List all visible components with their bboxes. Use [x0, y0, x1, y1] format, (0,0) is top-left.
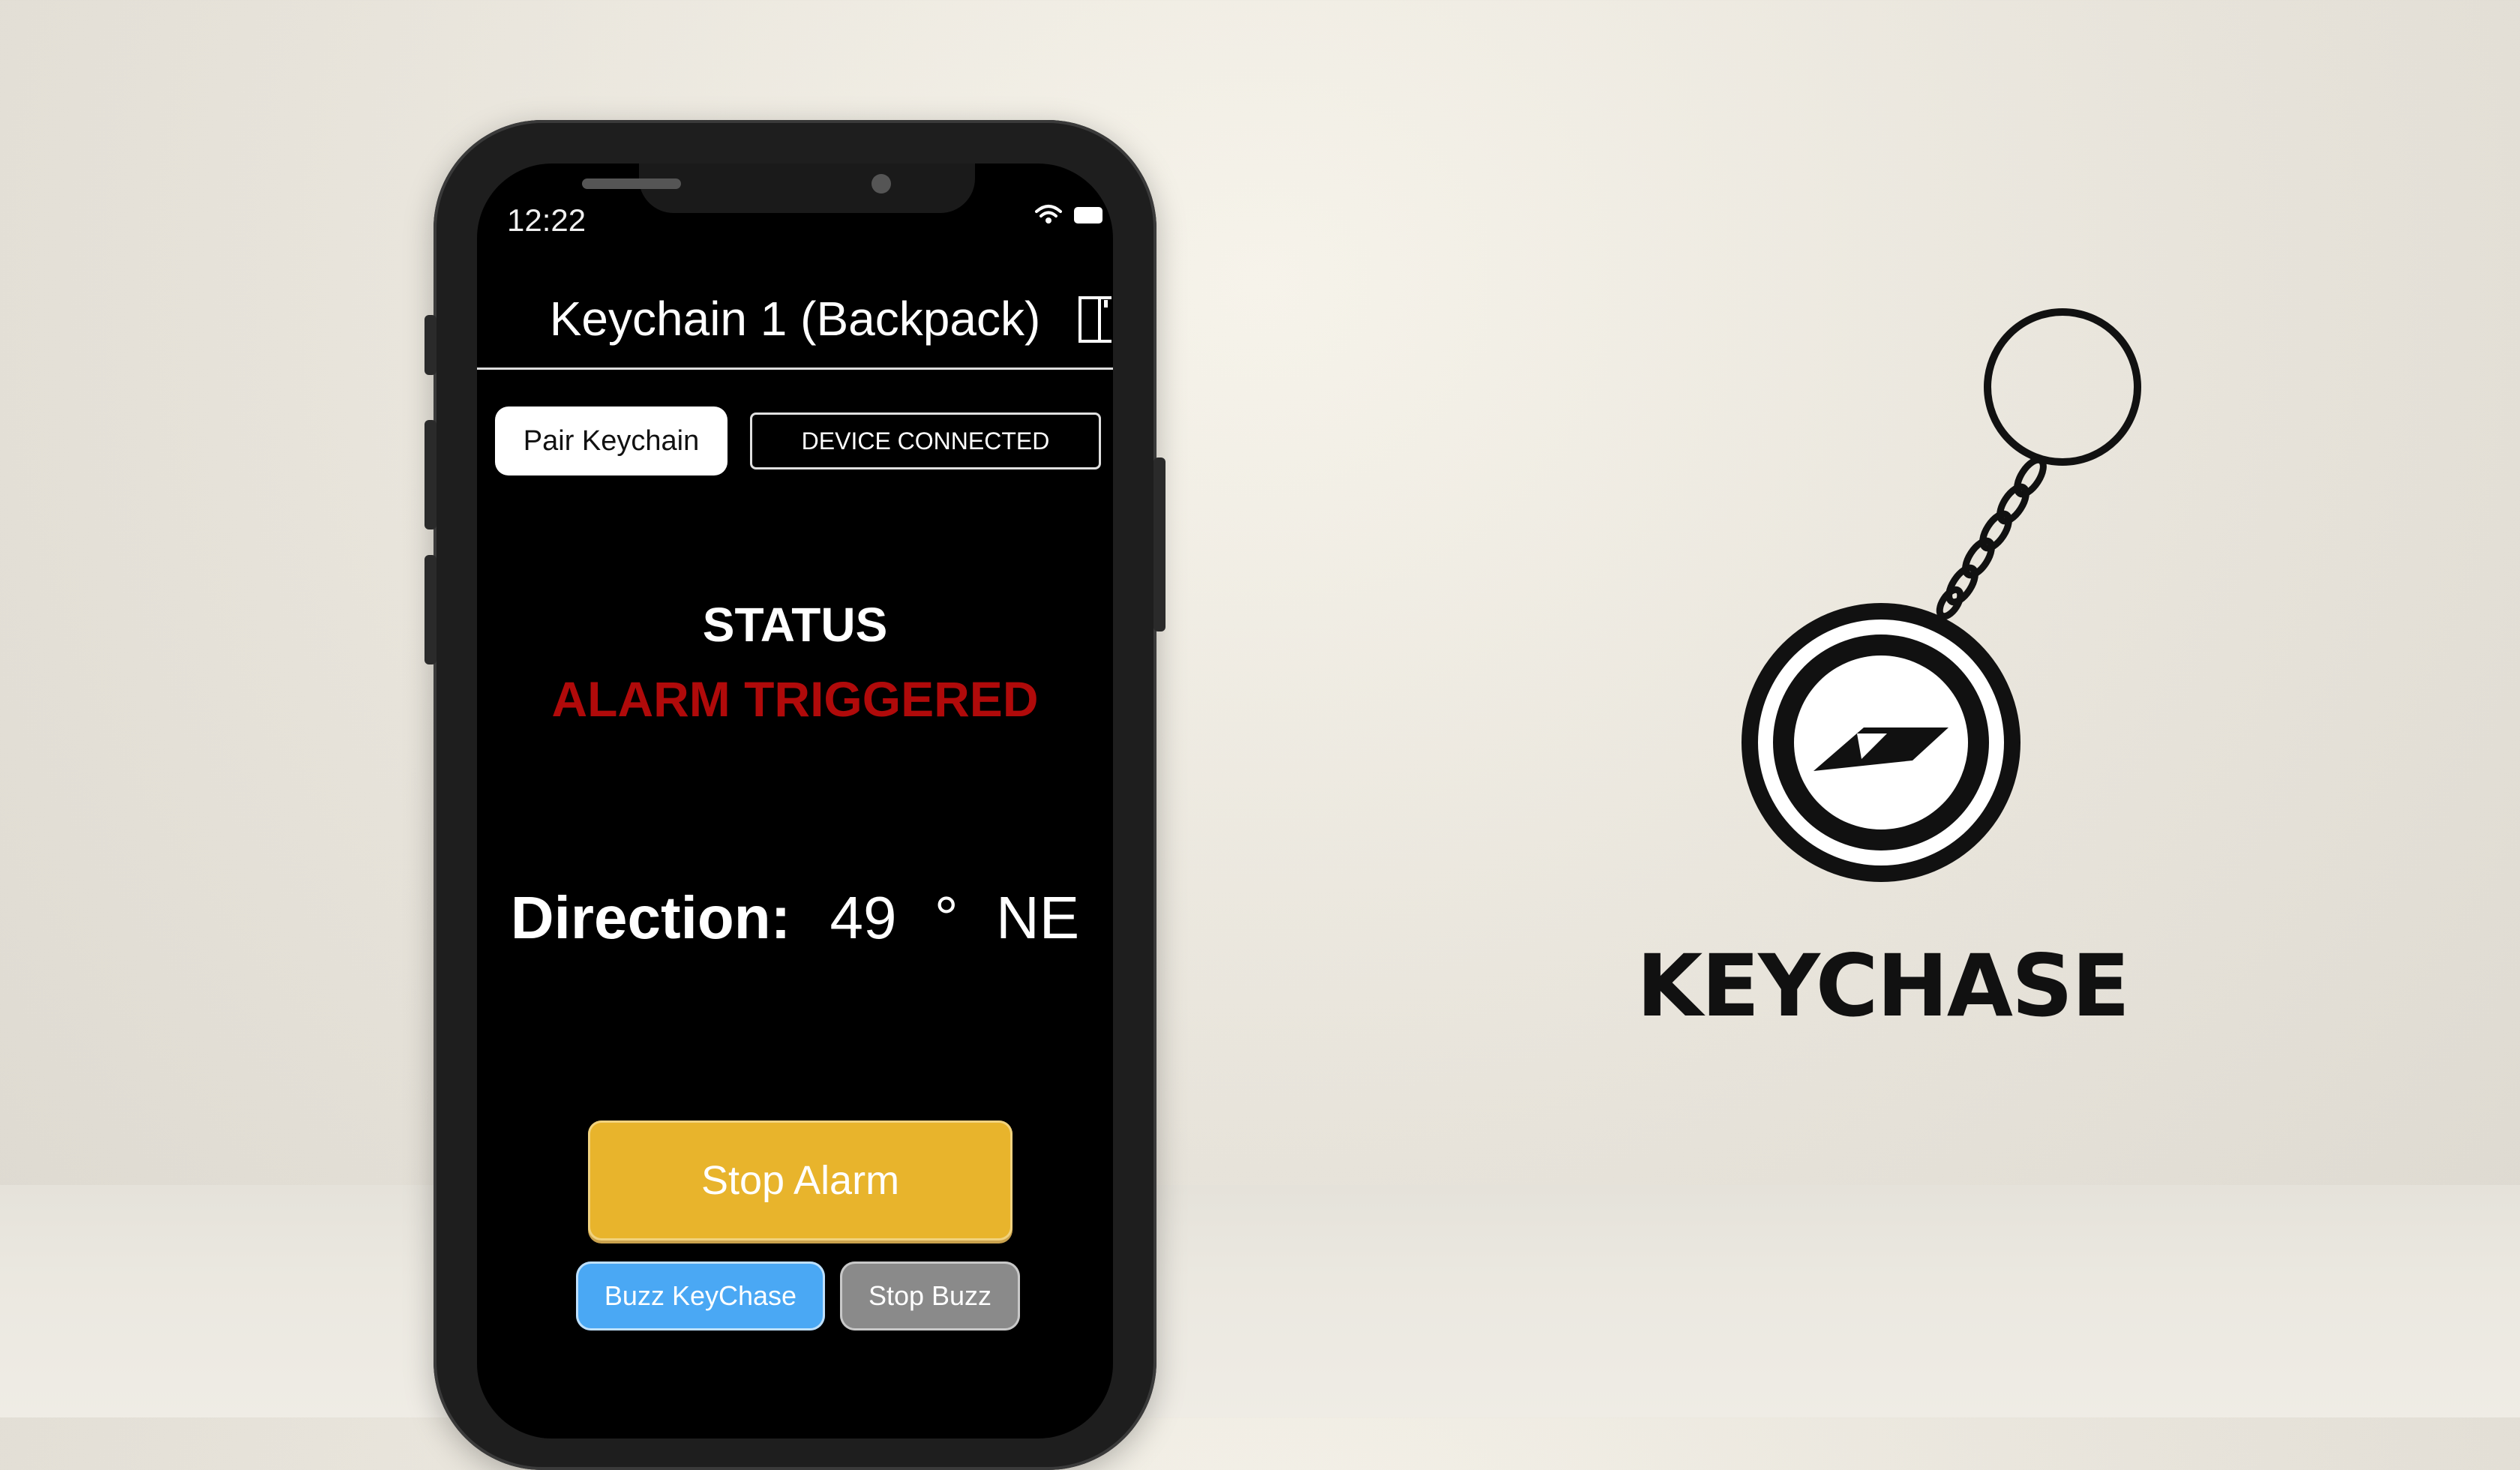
direction-cardinal: NE: [995, 884, 1080, 951]
status-time: 12:22: [507, 202, 586, 238]
phone-notch: [639, 164, 975, 213]
direction-label: Direction:: [510, 884, 791, 951]
wifi-dot: [1046, 218, 1052, 224]
connection-status-badge: DEVICE CONNECTED: [750, 412, 1101, 470]
alarm-status-text: ALARM TRIGGERED: [551, 671, 1039, 727]
pair-keychain-button[interactable]: Pair Keychain: [495, 406, 728, 476]
exit-icon[interactable]: [1077, 296, 1113, 349]
status-heading: STATUS: [702, 598, 888, 652]
side-button-volume-down: [424, 555, 436, 664]
direction-readout: Direction: 49 ° NE: [477, 884, 1113, 952]
keychain-compass-icon: [1725, 300, 2160, 904]
stop-alarm-button[interactable]: Stop Alarm: [588, 1120, 1012, 1240]
buzz-keychase-button[interactable]: Buzz KeyChase: [576, 1262, 825, 1330]
status-icons: [1032, 200, 1107, 233]
device-title: Keychain 1 (Backpack): [549, 292, 1041, 346]
side-button-volume-up: [424, 420, 436, 530]
direction-degree-symbol: °: [934, 884, 958, 951]
phone-screen: 12:22 Keychain 1 (Backpack) Pair Keychai…: [477, 164, 1113, 1438]
phone-camera: [872, 174, 891, 194]
background-floor: [0, 1185, 2520, 1418]
phone-speaker: [582, 178, 681, 189]
header-divider: [477, 368, 1113, 370]
stop-buzz-button[interactable]: Stop Buzz: [840, 1262, 1020, 1330]
side-button-power: [1154, 458, 1166, 632]
battery-icon: [1074, 207, 1102, 224]
wifi-icon: [1035, 205, 1062, 218]
side-button-mute: [424, 315, 436, 375]
direction-degrees: 49: [830, 884, 897, 951]
brand-name: KEYCHASE: [1636, 936, 2130, 1036]
